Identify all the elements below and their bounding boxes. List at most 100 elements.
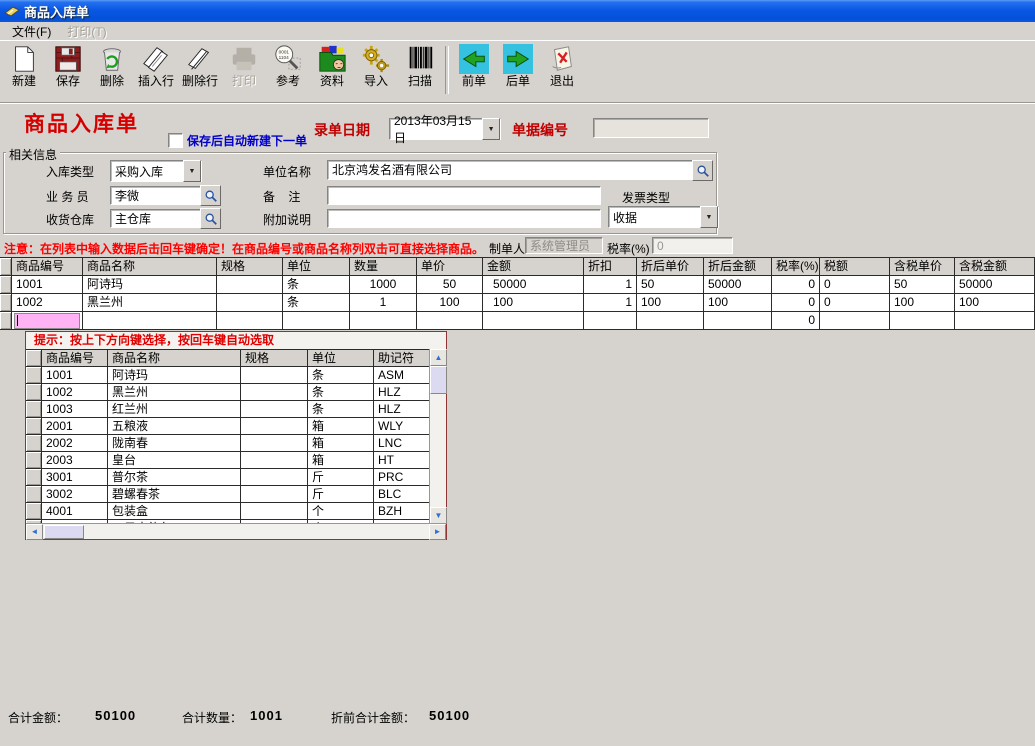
toolbar-reference-button[interactable]: 00011104参考: [266, 42, 310, 100]
grid-cell[interactable]: 50: [637, 276, 704, 294]
product-list-row[interactable]: 1001阿诗玛条ASM: [26, 367, 430, 384]
grid-edit-cell[interactable]: [12, 312, 83, 330]
toolbar-import-button[interactable]: 导入: [354, 42, 398, 100]
toolbar-data-button[interactable]: 资料: [310, 42, 354, 100]
toolbar-scan-button[interactable]: 扫描: [398, 42, 442, 100]
vscroll-thumb[interactable]: [430, 366, 447, 394]
extra-input[interactable]: [327, 209, 601, 228]
grid-cell[interactable]: [350, 312, 417, 330]
auto-new-checkbox-group: 保存后自动新建下一单: [168, 132, 307, 149]
grid-cell[interactable]: 0: [820, 294, 890, 312]
grid-cell[interactable]: 0: [820, 276, 890, 294]
grid-cell[interactable]: 50: [890, 276, 955, 294]
grid-cell[interactable]: 1002: [12, 294, 83, 312]
scroll-left-icon[interactable]: ◄: [26, 524, 43, 540]
grid-cell[interactable]: [417, 312, 483, 330]
vertical-scrollbar[interactable]: ▲ ▼: [429, 349, 446, 524]
stockin-type-combo[interactable]: 采购入库 ▼: [110, 160, 202, 182]
toolbar-print-button: 打印: [222, 42, 266, 100]
toolbar-next-button[interactable]: 后单: [496, 42, 540, 100]
toolbar-insert-row-button[interactable]: 插入行: [134, 42, 178, 100]
grid-cell[interactable]: 1001: [12, 276, 83, 294]
grid-column-header: 规格: [217, 258, 283, 276]
product-list-cell: [241, 503, 308, 520]
scroll-right-icon[interactable]: ►: [429, 524, 446, 540]
grid-cell[interactable]: 条: [283, 276, 350, 294]
grid-cell[interactable]: [283, 312, 350, 330]
product-list-row[interactable]: 1003红兰州条HLZ: [26, 401, 430, 418]
invoice-type-combo[interactable]: 收据 ▼: [608, 206, 719, 228]
horizontal-scrollbar[interactable]: ◄ ►: [26, 523, 446, 539]
grid-cell[interactable]: 50000: [704, 276, 772, 294]
warehouse-lookup-button[interactable]: [200, 208, 221, 229]
grid-cell[interactable]: [217, 294, 283, 312]
unit-name-label: 单位名称: [263, 163, 311, 180]
product-list-row[interactable]: 4001包装盒个BZH: [26, 503, 430, 520]
toolbar-save-button[interactable]: 保存: [46, 42, 90, 100]
toolbar-separator: [445, 46, 449, 94]
date-combo[interactable]: 2013年03月15日 ▼: [389, 118, 501, 140]
grid-cell[interactable]: 0: [772, 276, 820, 294]
product-list-row[interactable]: 2001五粮液箱WLY: [26, 418, 430, 435]
grid-cell[interactable]: [217, 312, 283, 330]
product-list-row[interactable]: 2002陇南春箱LNC: [26, 435, 430, 452]
salesman-input[interactable]: 李微: [110, 186, 206, 205]
chevron-down-icon[interactable]: ▼: [482, 118, 500, 140]
product-list-row[interactable]: 2003皇台箱HT: [26, 452, 430, 469]
hscroll-thumb[interactable]: [44, 525, 84, 539]
auto-new-checkbox[interactable]: [168, 133, 183, 148]
grid-cell[interactable]: 50000: [483, 276, 584, 294]
grid-cell[interactable]: 条: [283, 294, 350, 312]
warehouse-input[interactable]: 主仓库: [110, 209, 206, 228]
grid-cell[interactable]: 阿诗玛: [83, 276, 217, 294]
toolbar-prev-button[interactable]: 前单: [452, 42, 496, 100]
grid-cell[interactable]: 100: [955, 294, 1035, 312]
grid-cell[interactable]: 1: [584, 294, 637, 312]
chevron-down-icon[interactable]: ▼: [183, 160, 201, 182]
grid-cell[interactable]: [483, 312, 584, 330]
grid-cell[interactable]: 1000: [350, 276, 417, 294]
grid-cell[interactable]: 1: [584, 276, 637, 294]
grid-cell[interactable]: [890, 312, 955, 330]
product-row-indicator: [26, 486, 42, 503]
grid-cell[interactable]: [584, 312, 637, 330]
product-list-row[interactable]: 3002碧螺春茶斤BLC: [26, 486, 430, 503]
grid-edit-input[interactable]: [14, 313, 80, 329]
toolbar-delete-row-button[interactable]: 删除行: [178, 42, 222, 100]
grid-cell[interactable]: [217, 276, 283, 294]
product-list-row[interactable]: 3001普尔茶斤PRC: [26, 469, 430, 486]
menu-file[interactable]: 文件(F): [4, 22, 59, 41]
chevron-down-icon[interactable]: ▼: [700, 206, 718, 228]
unit-name-input[interactable]: 北京鸿发名酒有限公司: [327, 160, 699, 180]
grid-cell[interactable]: 0: [772, 294, 820, 312]
remark-input[interactable]: [327, 186, 601, 205]
toolbar-new-button[interactable]: 新建: [2, 42, 46, 100]
grid-cell[interactable]: 100: [417, 294, 483, 312]
toolbar-exit-button[interactable]: 退出: [540, 42, 584, 100]
toolbar-delete-button[interactable]: 删除: [90, 42, 134, 100]
grid-cell[interactable]: 0: [772, 312, 820, 330]
grid-cell[interactable]: 100: [890, 294, 955, 312]
grid-cell[interactable]: 50: [417, 276, 483, 294]
grid-cell[interactable]: 1: [350, 294, 417, 312]
grid-cell[interactable]: 100: [704, 294, 772, 312]
product-list-column-header: 单位: [308, 350, 374, 367]
product-list-cell: WLY: [374, 418, 430, 435]
salesman-lookup-button[interactable]: [200, 185, 221, 206]
unit-lookup-button[interactable]: [692, 160, 713, 181]
grid-cell[interactable]: [637, 312, 704, 330]
scroll-up-icon[interactable]: ▲: [430, 349, 447, 366]
grid-cell[interactable]: 100: [483, 294, 584, 312]
grid-cell[interactable]: 50000: [955, 276, 1035, 294]
product-list-cell: 包装盒: [108, 503, 241, 520]
grid-cell[interactable]: [704, 312, 772, 330]
grid-cell[interactable]: [820, 312, 890, 330]
product-list-row[interactable]: 1002黑兰州条HLZ: [26, 384, 430, 401]
grid-cell[interactable]: [83, 312, 217, 330]
grid-cell[interactable]: 黑兰州: [83, 294, 217, 312]
grid-cell[interactable]: [955, 312, 1035, 330]
salesman-label: 业 务 员: [46, 188, 89, 205]
scroll-down-icon[interactable]: ▼: [430, 507, 447, 524]
grid-cell[interactable]: 100: [637, 294, 704, 312]
extra-label: 附加说明: [263, 211, 311, 228]
